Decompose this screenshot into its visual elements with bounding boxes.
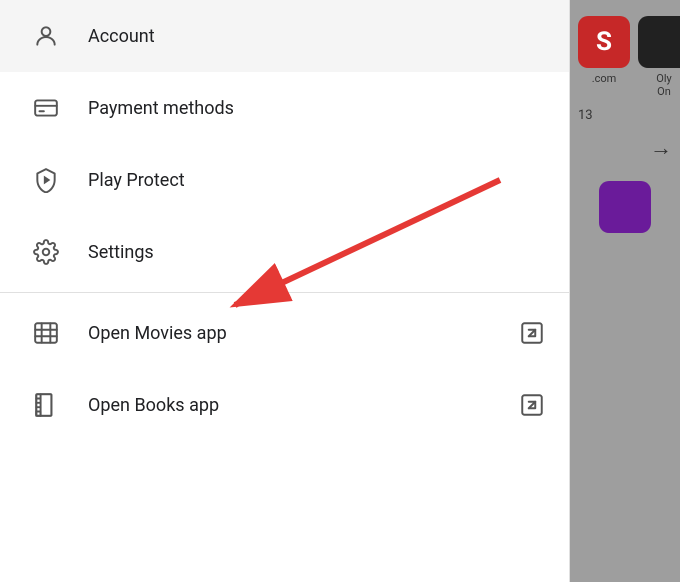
payment-icon	[24, 95, 68, 121]
settings-label: Settings	[88, 242, 545, 263]
books-label: Open Books app	[88, 395, 519, 416]
account-label: Account	[88, 26, 545, 47]
movies-label: Open Movies app	[88, 323, 519, 344]
shield-play-icon	[24, 167, 68, 193]
movies-icon	[24, 320, 68, 346]
app-count: 13	[578, 108, 672, 123]
sidebar-item-movies[interactable]: Open Movies app	[0, 297, 569, 369]
books-external-icon	[519, 392, 545, 418]
app-icon-purple[interactable]	[599, 181, 651, 233]
right-arrow-row: →	[578, 131, 672, 165]
menu-divider	[0, 292, 569, 293]
sidebar-item-protect[interactable]: Play Protect	[0, 144, 569, 216]
app-icon-red[interactable]: S	[578, 16, 630, 68]
sidebar-item-account[interactable]: Account	[0, 0, 569, 72]
account-icon	[24, 23, 68, 49]
movies-external-icon	[519, 320, 545, 346]
app-label-com: .com	[592, 72, 617, 85]
sidebar-item-payment[interactable]: Payment methods	[0, 72, 569, 144]
payment-label: Payment methods	[88, 98, 545, 119]
sidebar-item-settings[interactable]: Settings	[0, 216, 569, 288]
sidebar-item-books[interactable]: Open Books app	[0, 369, 569, 441]
app-icon-dark[interactable]	[638, 16, 680, 68]
menu-panel: Account Payment methods Play Protect	[0, 0, 570, 582]
protect-label: Play Protect	[88, 170, 545, 191]
right-panel: S .com OlyOn 13 →	[570, 0, 680, 582]
right-arrow-icon[interactable]: →	[650, 135, 672, 161]
app-label-oly: OlyOn	[656, 72, 671, 98]
books-icon	[24, 392, 68, 418]
gear-icon	[24, 239, 68, 265]
